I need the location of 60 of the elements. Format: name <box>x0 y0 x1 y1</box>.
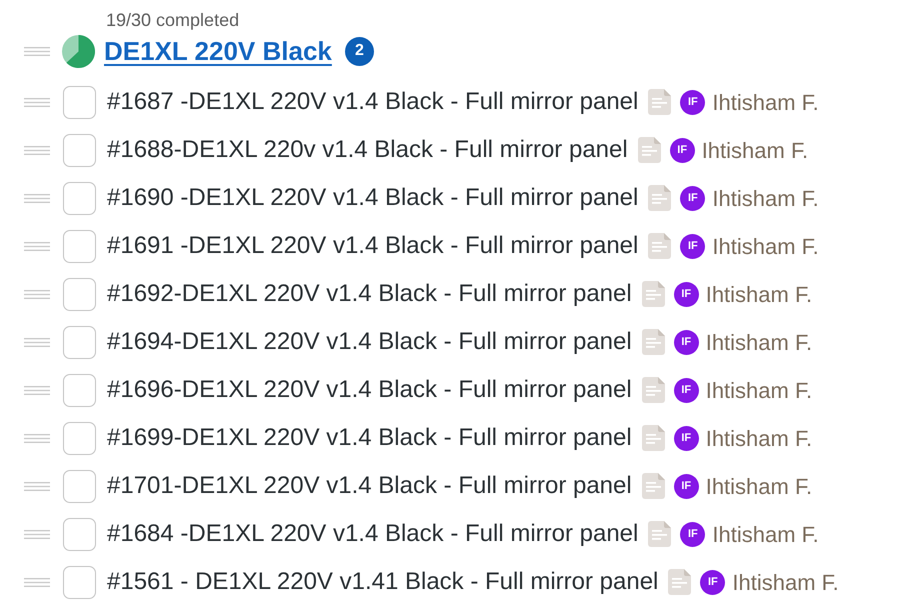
assignee-name: Ihtisham F. <box>712 520 819 548</box>
drag-handle-icon[interactable] <box>24 242 50 250</box>
assignee-name: Ihtisham F. <box>706 280 812 308</box>
task-checkbox[interactable] <box>63 86 96 118</box>
drag-handle-icon[interactable] <box>24 98 50 106</box>
task-title: #1684 -DE1XL 220V v1.4 Black - Full mirror panel <box>107 519 638 549</box>
drag-handle-icon[interactable] <box>24 578 50 586</box>
progress-text: 19/30 completed <box>106 10 240 30</box>
task-checkbox[interactable] <box>63 230 96 262</box>
assignee-avatar: IF <box>674 282 699 306</box>
drag-handle-icon[interactable] <box>24 46 50 56</box>
assignee-name: Ihtisham F. <box>712 184 819 212</box>
assignee-avatar: IF <box>680 90 706 114</box>
task-checkbox[interactable] <box>63 326 96 358</box>
assignee-avatar: IF <box>670 138 695 162</box>
assignee-avatar: IF <box>674 474 699 498</box>
task-title: #1687 -DE1XL 220V v1.4 Black - Full mirror panel <box>107 87 638 117</box>
assignee-avatar: IF <box>680 186 706 210</box>
task-title: #1688-DE1XL 220v v1.4 Black - Full mirror panel <box>107 135 628 165</box>
assignee-avatar: IF <box>700 570 726 594</box>
drag-handle-icon[interactable] <box>24 290 50 298</box>
task-title: #1694-DE1XL 220V v1.4 Black - Full mirror panel <box>107 327 632 357</box>
assignee-name: Ihtisham F. <box>702 136 808 164</box>
assignee-name: Ihtisham F. <box>712 232 819 260</box>
task-checkbox[interactable] <box>63 374 96 406</box>
task-checkbox[interactable] <box>63 182 96 214</box>
drag-handle-icon[interactable] <box>24 146 50 154</box>
assignee-name: Ihtisham F. <box>732 568 839 596</box>
assignee-avatar: IF <box>674 426 699 450</box>
task-title: #1696-DE1XL 220V v1.4 Black - Full mirror panel <box>107 375 632 405</box>
task-title: #1701-DE1XL 220V v1.4 Black - Full mirror panel <box>107 471 632 501</box>
task-title: #1692-DE1XL 220V v1.4 Black - Full mirror panel <box>107 279 632 309</box>
assignee-avatar: IF <box>674 330 699 354</box>
assignee-name: Ihtisham F. <box>706 376 812 404</box>
drag-handle-icon[interactable] <box>24 530 50 538</box>
task-checkbox[interactable] <box>63 134 96 166</box>
assignee-name: Ihtisham F. <box>706 472 812 500</box>
task-title: #1699-DE1XL 220V v1.4 Black - Full mirror panel <box>107 423 632 453</box>
task-title: #1561 - DE1XL 220V v1.41 Black - Full mirror panel <box>107 567 658 597</box>
drag-handle-icon[interactable] <box>24 434 50 442</box>
drag-handle-icon[interactable] <box>24 386 50 394</box>
assignee-avatar: IF <box>680 234 706 258</box>
task-checkbox[interactable] <box>63 278 96 310</box>
group-title-link[interactable]: DE1XL 220V Black <box>104 35 332 67</box>
task-title: #1691 -DE1XL 220V v1.4 Black - Full mirror panel <box>107 231 638 261</box>
task-checkbox[interactable] <box>63 518 96 550</box>
task-checkbox[interactable] <box>63 566 96 598</box>
assignee-avatar: IF <box>674 378 699 402</box>
drag-handle-icon[interactable] <box>24 338 50 346</box>
task-checkbox[interactable] <box>63 422 96 454</box>
assignee-name: Ihtisham F. <box>712 88 819 116</box>
drag-handle-icon[interactable] <box>24 482 50 490</box>
assignee-name: Ihtisham F. <box>706 424 812 452</box>
task-title: #1690 -DE1XL 220V v1.4 Black - Full mirror panel <box>107 183 638 213</box>
assignee-name: Ihtisham F. <box>706 328 812 356</box>
drag-handle-icon[interactable] <box>24 194 50 202</box>
task-checkbox[interactable] <box>63 470 96 502</box>
assignee-avatar: IF <box>680 522 706 546</box>
count-badge: 2 <box>344 36 374 66</box>
progress-pie-icon <box>62 34 95 68</box>
